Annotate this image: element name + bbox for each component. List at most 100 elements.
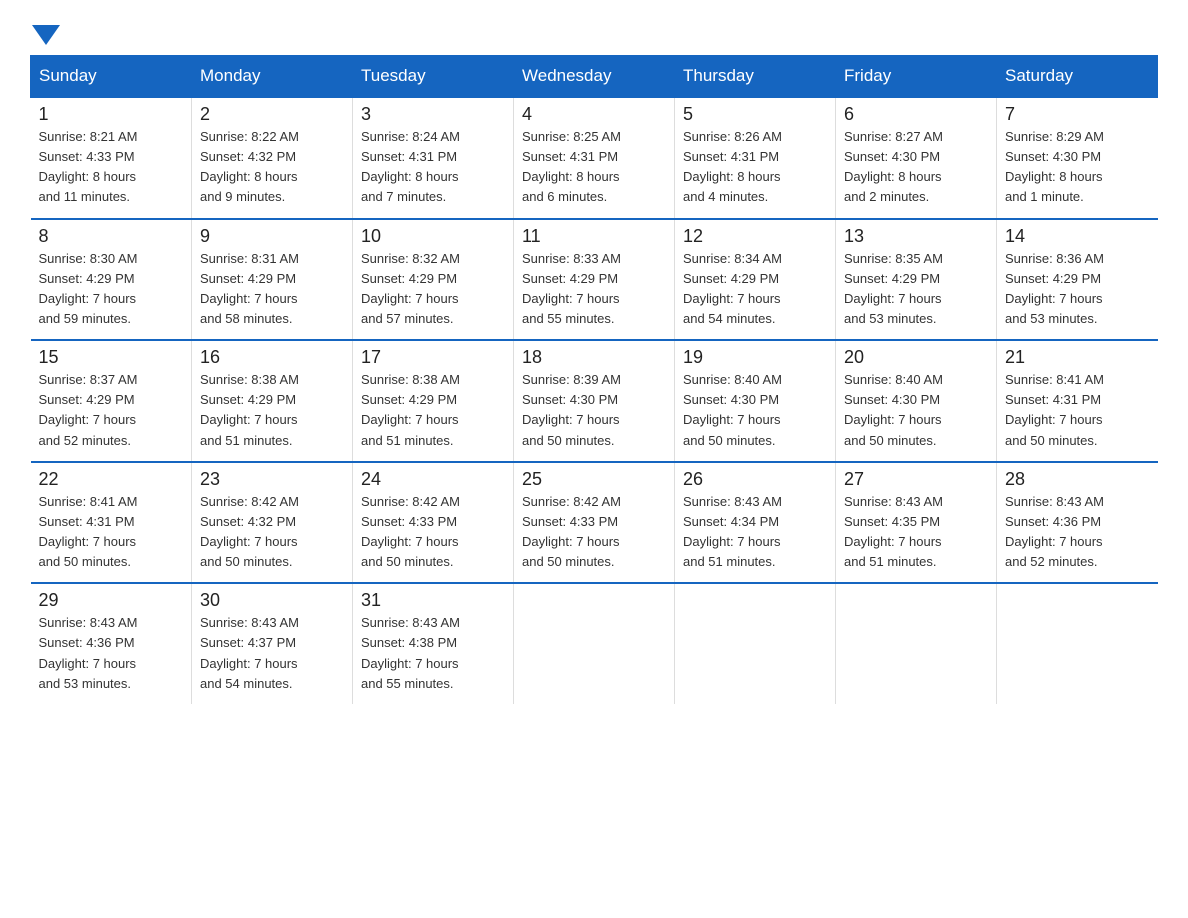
day-number: 18 bbox=[522, 347, 666, 368]
calendar-cell: 25Sunrise: 8:42 AM Sunset: 4:33 PM Dayli… bbox=[514, 462, 675, 584]
day-info: Sunrise: 8:22 AM Sunset: 4:32 PM Dayligh… bbox=[200, 127, 344, 208]
calendar-cell: 3Sunrise: 8:24 AM Sunset: 4:31 PM Daylig… bbox=[353, 97, 514, 219]
calendar-table: SundayMondayTuesdayWednesdayThursdayFrid… bbox=[30, 55, 1158, 704]
calendar-cell: 6Sunrise: 8:27 AM Sunset: 4:30 PM Daylig… bbox=[836, 97, 997, 219]
logo bbox=[30, 20, 62, 45]
day-number: 2 bbox=[200, 104, 344, 125]
calendar-cell: 2Sunrise: 8:22 AM Sunset: 4:32 PM Daylig… bbox=[192, 97, 353, 219]
day-number: 16 bbox=[200, 347, 344, 368]
calendar-cell: 29Sunrise: 8:43 AM Sunset: 4:36 PM Dayli… bbox=[31, 583, 192, 704]
day-info: Sunrise: 8:36 AM Sunset: 4:29 PM Dayligh… bbox=[1005, 249, 1150, 330]
day-info: Sunrise: 8:43 AM Sunset: 4:38 PM Dayligh… bbox=[361, 613, 505, 694]
day-number: 10 bbox=[361, 226, 505, 247]
day-info: Sunrise: 8:35 AM Sunset: 4:29 PM Dayligh… bbox=[844, 249, 988, 330]
day-info: Sunrise: 8:42 AM Sunset: 4:32 PM Dayligh… bbox=[200, 492, 344, 573]
day-info: Sunrise: 8:40 AM Sunset: 4:30 PM Dayligh… bbox=[844, 370, 988, 451]
day-number: 14 bbox=[1005, 226, 1150, 247]
calendar-cell bbox=[514, 583, 675, 704]
calendar-cell: 5Sunrise: 8:26 AM Sunset: 4:31 PM Daylig… bbox=[675, 97, 836, 219]
calendar-week-4: 22Sunrise: 8:41 AM Sunset: 4:31 PM Dayli… bbox=[31, 462, 1158, 584]
weekday-header-monday: Monday bbox=[192, 56, 353, 98]
calendar-week-3: 15Sunrise: 8:37 AM Sunset: 4:29 PM Dayli… bbox=[31, 340, 1158, 462]
calendar-cell: 4Sunrise: 8:25 AM Sunset: 4:31 PM Daylig… bbox=[514, 97, 675, 219]
calendar-cell: 10Sunrise: 8:32 AM Sunset: 4:29 PM Dayli… bbox=[353, 219, 514, 341]
calendar-cell: 12Sunrise: 8:34 AM Sunset: 4:29 PM Dayli… bbox=[675, 219, 836, 341]
day-info: Sunrise: 8:27 AM Sunset: 4:30 PM Dayligh… bbox=[844, 127, 988, 208]
day-info: Sunrise: 8:21 AM Sunset: 4:33 PM Dayligh… bbox=[39, 127, 184, 208]
day-info: Sunrise: 8:37 AM Sunset: 4:29 PM Dayligh… bbox=[39, 370, 184, 451]
day-number: 17 bbox=[361, 347, 505, 368]
day-info: Sunrise: 8:43 AM Sunset: 4:34 PM Dayligh… bbox=[683, 492, 827, 573]
day-number: 31 bbox=[361, 590, 505, 611]
calendar-week-1: 1Sunrise: 8:21 AM Sunset: 4:33 PM Daylig… bbox=[31, 97, 1158, 219]
calendar-cell: 21Sunrise: 8:41 AM Sunset: 4:31 PM Dayli… bbox=[997, 340, 1158, 462]
day-number: 15 bbox=[39, 347, 184, 368]
calendar-cell: 16Sunrise: 8:38 AM Sunset: 4:29 PM Dayli… bbox=[192, 340, 353, 462]
calendar-cell: 19Sunrise: 8:40 AM Sunset: 4:30 PM Dayli… bbox=[675, 340, 836, 462]
day-number: 4 bbox=[522, 104, 666, 125]
weekday-header-saturday: Saturday bbox=[997, 56, 1158, 98]
calendar-week-2: 8Sunrise: 8:30 AM Sunset: 4:29 PM Daylig… bbox=[31, 219, 1158, 341]
day-number: 21 bbox=[1005, 347, 1150, 368]
calendar-cell: 11Sunrise: 8:33 AM Sunset: 4:29 PM Dayli… bbox=[514, 219, 675, 341]
day-info: Sunrise: 8:42 AM Sunset: 4:33 PM Dayligh… bbox=[361, 492, 505, 573]
day-number: 29 bbox=[39, 590, 184, 611]
day-number: 7 bbox=[1005, 104, 1150, 125]
day-number: 12 bbox=[683, 226, 827, 247]
calendar-cell: 13Sunrise: 8:35 AM Sunset: 4:29 PM Dayli… bbox=[836, 219, 997, 341]
day-number: 26 bbox=[683, 469, 827, 490]
calendar-cell: 17Sunrise: 8:38 AM Sunset: 4:29 PM Dayli… bbox=[353, 340, 514, 462]
calendar-cell bbox=[997, 583, 1158, 704]
day-number: 30 bbox=[200, 590, 344, 611]
day-info: Sunrise: 8:38 AM Sunset: 4:29 PM Dayligh… bbox=[200, 370, 344, 451]
day-number: 5 bbox=[683, 104, 827, 125]
day-info: Sunrise: 8:30 AM Sunset: 4:29 PM Dayligh… bbox=[39, 249, 184, 330]
day-info: Sunrise: 8:26 AM Sunset: 4:31 PM Dayligh… bbox=[683, 127, 827, 208]
day-info: Sunrise: 8:43 AM Sunset: 4:35 PM Dayligh… bbox=[844, 492, 988, 573]
day-number: 19 bbox=[683, 347, 827, 368]
day-info: Sunrise: 8:41 AM Sunset: 4:31 PM Dayligh… bbox=[1005, 370, 1150, 451]
day-info: Sunrise: 8:31 AM Sunset: 4:29 PM Dayligh… bbox=[200, 249, 344, 330]
day-number: 20 bbox=[844, 347, 988, 368]
weekday-header-tuesday: Tuesday bbox=[353, 56, 514, 98]
calendar-cell: 31Sunrise: 8:43 AM Sunset: 4:38 PM Dayli… bbox=[353, 583, 514, 704]
calendar-cell bbox=[675, 583, 836, 704]
weekday-header-row: SundayMondayTuesdayWednesdayThursdayFrid… bbox=[31, 56, 1158, 98]
calendar-cell: 22Sunrise: 8:41 AM Sunset: 4:31 PM Dayli… bbox=[31, 462, 192, 584]
day-number: 6 bbox=[844, 104, 988, 125]
day-number: 8 bbox=[39, 226, 184, 247]
day-info: Sunrise: 8:41 AM Sunset: 4:31 PM Dayligh… bbox=[39, 492, 184, 573]
day-number: 24 bbox=[361, 469, 505, 490]
day-number: 22 bbox=[39, 469, 184, 490]
calendar-cell: 20Sunrise: 8:40 AM Sunset: 4:30 PM Dayli… bbox=[836, 340, 997, 462]
calendar-cell: 7Sunrise: 8:29 AM Sunset: 4:30 PM Daylig… bbox=[997, 97, 1158, 219]
calendar-cell: 28Sunrise: 8:43 AM Sunset: 4:36 PM Dayli… bbox=[997, 462, 1158, 584]
weekday-header-wednesday: Wednesday bbox=[514, 56, 675, 98]
day-info: Sunrise: 8:29 AM Sunset: 4:30 PM Dayligh… bbox=[1005, 127, 1150, 208]
calendar-cell: 27Sunrise: 8:43 AM Sunset: 4:35 PM Dayli… bbox=[836, 462, 997, 584]
day-number: 3 bbox=[361, 104, 505, 125]
day-number: 25 bbox=[522, 469, 666, 490]
day-info: Sunrise: 8:34 AM Sunset: 4:29 PM Dayligh… bbox=[683, 249, 827, 330]
day-number: 27 bbox=[844, 469, 988, 490]
day-number: 13 bbox=[844, 226, 988, 247]
day-info: Sunrise: 8:33 AM Sunset: 4:29 PM Dayligh… bbox=[522, 249, 666, 330]
day-info: Sunrise: 8:32 AM Sunset: 4:29 PM Dayligh… bbox=[361, 249, 505, 330]
calendar-cell: 24Sunrise: 8:42 AM Sunset: 4:33 PM Dayli… bbox=[353, 462, 514, 584]
day-info: Sunrise: 8:42 AM Sunset: 4:33 PM Dayligh… bbox=[522, 492, 666, 573]
day-number: 1 bbox=[39, 104, 184, 125]
day-info: Sunrise: 8:40 AM Sunset: 4:30 PM Dayligh… bbox=[683, 370, 827, 451]
calendar-cell: 8Sunrise: 8:30 AM Sunset: 4:29 PM Daylig… bbox=[31, 219, 192, 341]
day-info: Sunrise: 8:39 AM Sunset: 4:30 PM Dayligh… bbox=[522, 370, 666, 451]
day-number: 28 bbox=[1005, 469, 1150, 490]
day-number: 11 bbox=[522, 226, 666, 247]
logo-triangle-icon bbox=[32, 25, 60, 45]
calendar-cell: 23Sunrise: 8:42 AM Sunset: 4:32 PM Dayli… bbox=[192, 462, 353, 584]
day-info: Sunrise: 8:43 AM Sunset: 4:37 PM Dayligh… bbox=[200, 613, 344, 694]
calendar-cell: 9Sunrise: 8:31 AM Sunset: 4:29 PM Daylig… bbox=[192, 219, 353, 341]
calendar-cell bbox=[836, 583, 997, 704]
calendar-cell: 15Sunrise: 8:37 AM Sunset: 4:29 PM Dayli… bbox=[31, 340, 192, 462]
calendar-cell: 26Sunrise: 8:43 AM Sunset: 4:34 PM Dayli… bbox=[675, 462, 836, 584]
day-info: Sunrise: 8:38 AM Sunset: 4:29 PM Dayligh… bbox=[361, 370, 505, 451]
calendar-cell: 18Sunrise: 8:39 AM Sunset: 4:30 PM Dayli… bbox=[514, 340, 675, 462]
